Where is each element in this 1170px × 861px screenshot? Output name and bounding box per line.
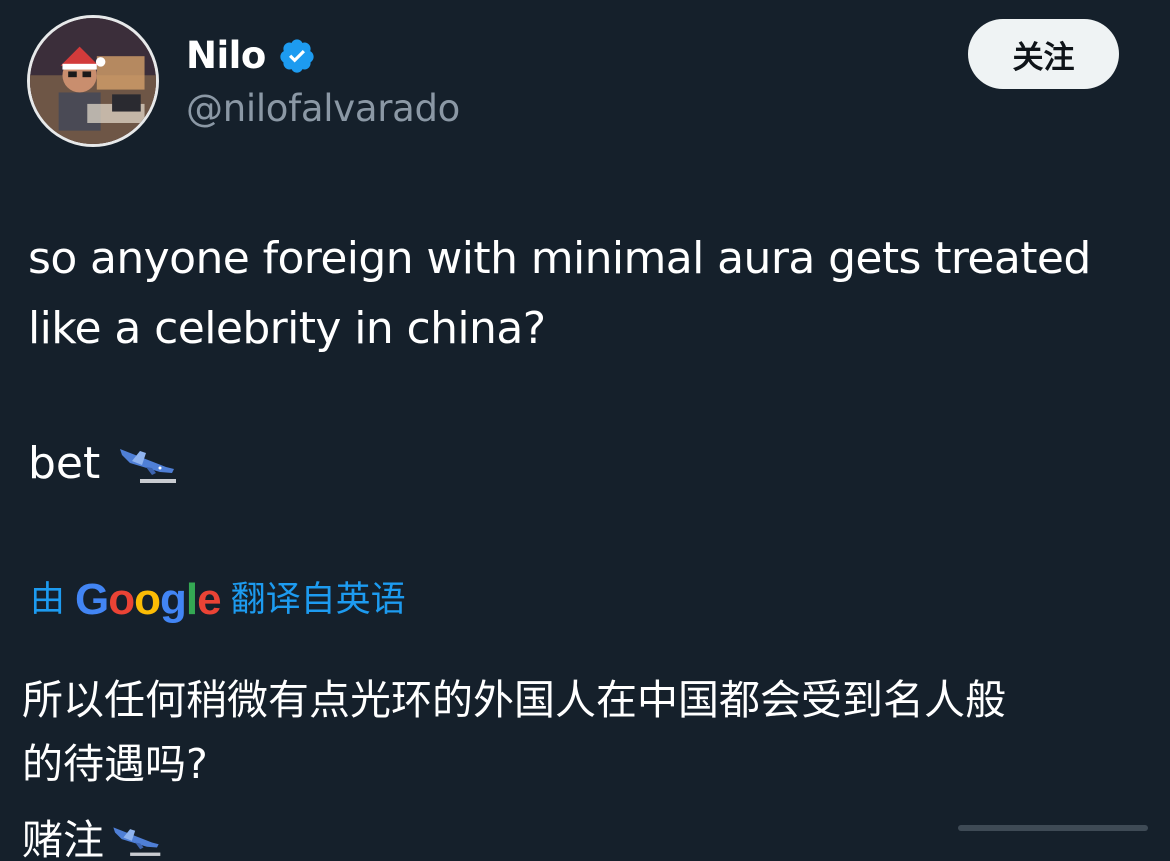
translated-bet-line: 赌注	[22, 808, 162, 861]
translated-line: 所以任何稍微有点光环的外国人在中国都会受到名人般	[22, 676, 1006, 724]
tweet-line: so anyone foreign with minimal aura gets…	[28, 233, 1091, 284]
translated-by-suffix: 翻译自英语	[230, 580, 406, 620]
avatar-image	[30, 18, 156, 144]
verified-badge-icon	[280, 39, 314, 73]
airplane-landing-icon	[120, 449, 177, 483]
display-name-row: Nilo	[186, 33, 316, 79]
tweet-bet-line: bet	[28, 430, 178, 498]
translated-by-prefix: 由	[30, 580, 66, 620]
follow-button[interactable]: 关注	[968, 19, 1119, 89]
translated-line: 的待遇吗?	[22, 740, 208, 788]
airplane-landing-icon	[113, 827, 161, 856]
translated-by-google[interactable]: 由 Google 翻译自英语	[30, 572, 406, 628]
google-logo: Google	[75, 575, 222, 624]
avatar[interactable]	[27, 15, 159, 147]
tweet-text: so anyone foreign with minimal aura gets…	[28, 225, 1158, 293]
display-name[interactable]: Nilo	[186, 33, 266, 79]
watermark-graphic	[958, 825, 1148, 831]
tweet-line: like a celebrity in china?	[28, 303, 546, 354]
tweet-bet-text: bet	[28, 438, 101, 489]
translated-text: 所以任何稍微有点光环的外国人在中国都会受到名人般 的待遇吗?	[22, 668, 1142, 796]
user-handle[interactable]: @nilofalvarado	[186, 84, 460, 134]
translated-bet-text: 赌注	[22, 816, 104, 861]
